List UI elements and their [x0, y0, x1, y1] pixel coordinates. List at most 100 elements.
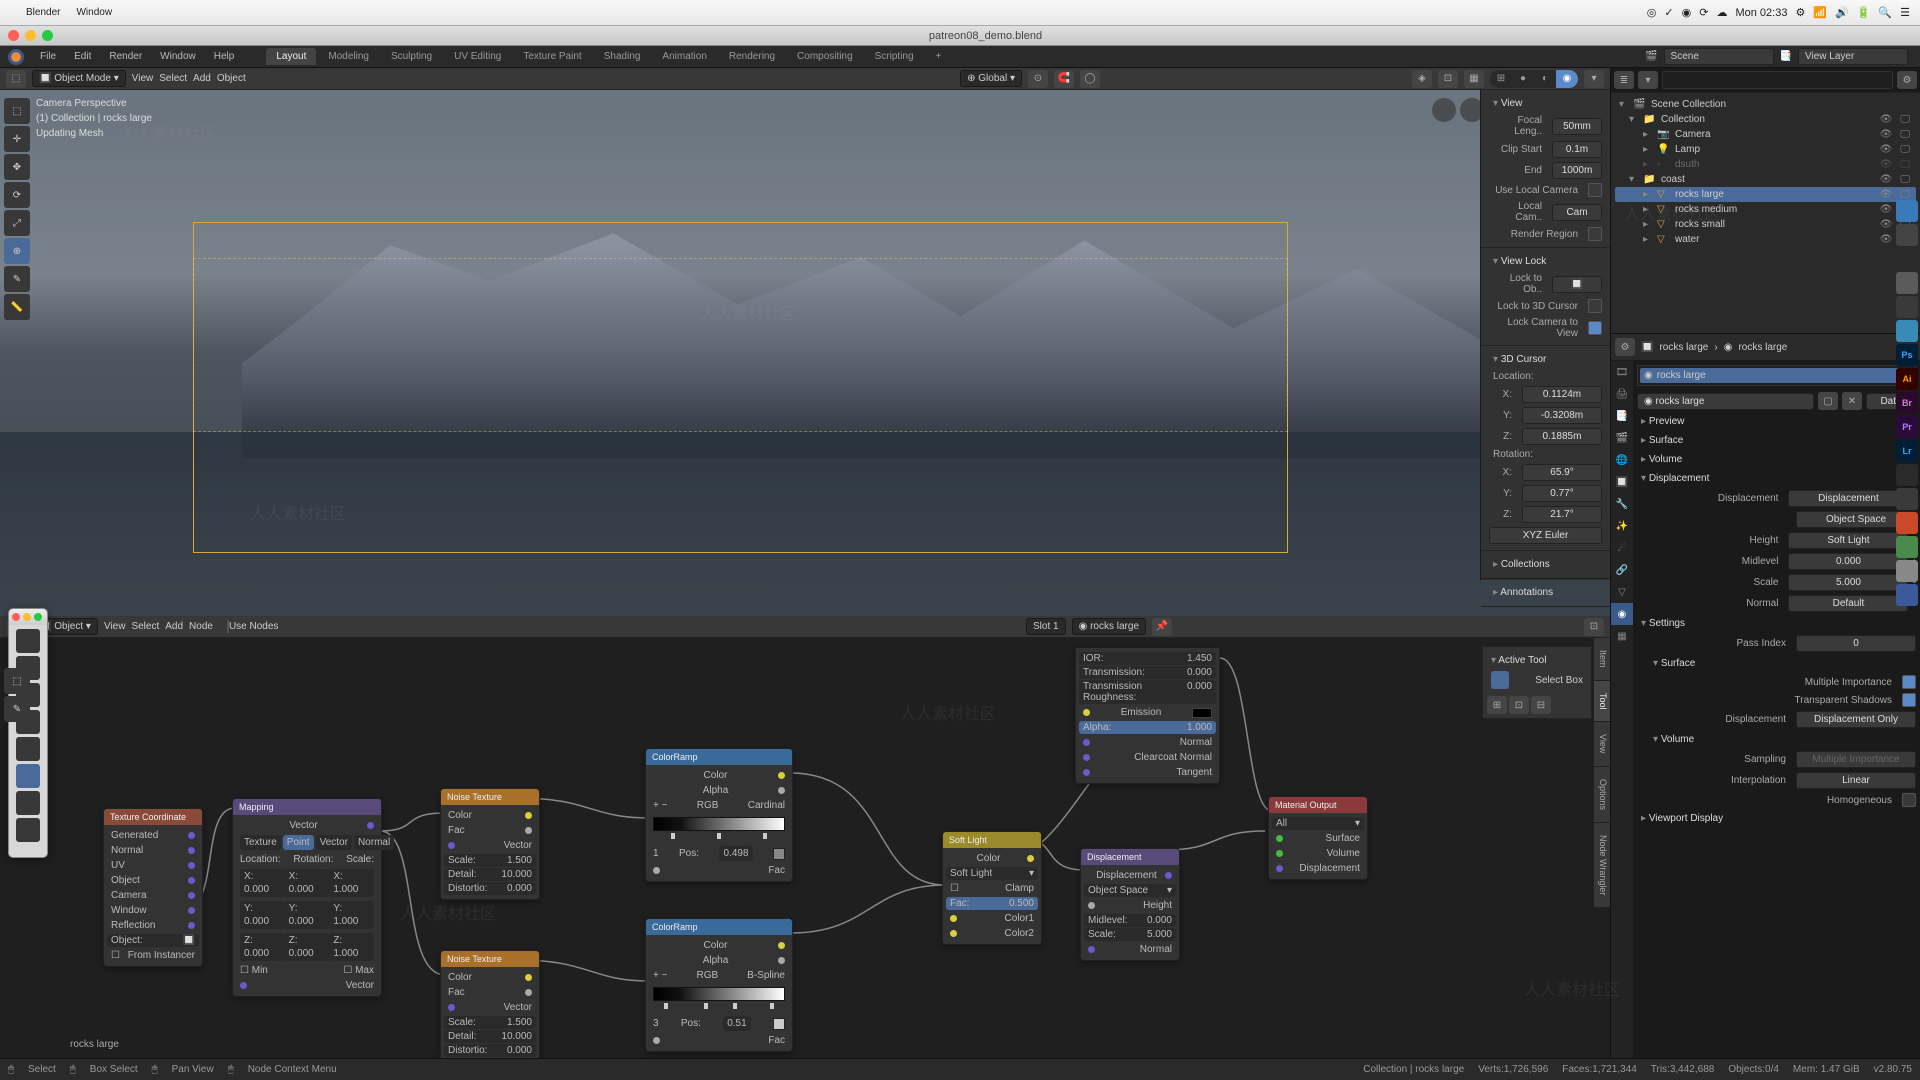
viewlayer-tab-icon[interactable]: 📑	[1611, 405, 1633, 427]
node-title[interactable]: Noise Texture	[441, 951, 539, 967]
material-name-field[interactable]: ◉ rocks large	[1637, 393, 1814, 410]
editor-type-icon[interactable]: ⬚	[6, 70, 26, 88]
colorramp-gradient[interactable]	[653, 987, 785, 1001]
collections-header[interactable]: Collections	[1489, 555, 1602, 574]
node-menu-select[interactable]: Select	[131, 621, 159, 632]
gizmo-toggle-icon[interactable]: ◈	[1412, 70, 1432, 88]
volume-header[interactable]: Volume	[1637, 450, 1916, 469]
slot-dropdown[interactable]: Slot 1	[1026, 618, 1066, 635]
dock-app-icon[interactable]	[1896, 584, 1918, 606]
node-sidebar-tab[interactable]: Tool	[1594, 681, 1610, 722]
node-menu-add[interactable]: Add	[165, 621, 183, 632]
scale-tool-icon[interactable]	[16, 737, 40, 761]
outliner-item[interactable]: ▸▫dsuth👁🖵	[1615, 157, 1916, 172]
node-material-output[interactable]: Material Output All▾ Surface Volume Disp…	[1268, 796, 1368, 880]
surface-header[interactable]: Surface	[1637, 431, 1916, 450]
outliner-item[interactable]: ▸▽water👁🖵	[1615, 232, 1916, 247]
mode-dropdown[interactable]: 🔲 Object Mode ▾	[32, 70, 126, 87]
visibility-icon[interactable]: 👁	[1878, 189, 1895, 200]
unlink-material-icon[interactable]: ✕	[1842, 392, 1862, 410]
workspace-tab[interactable]: Sculpting	[381, 48, 442, 65]
proportional-icon[interactable]: ◯	[1080, 70, 1100, 88]
multi-importance-checkbox[interactable]	[1902, 675, 1916, 689]
viewport-menu-add[interactable]: Add	[193, 73, 211, 84]
minimize-window-icon[interactable]	[25, 30, 36, 41]
annotate-tool-icon[interactable]: ✎	[4, 696, 30, 722]
illustrator-icon[interactable]: Ai	[1896, 368, 1918, 390]
outliner-item[interactable]: ▸▽rocks small👁🖵	[1615, 217, 1916, 232]
annotate-tool-icon[interactable]	[16, 791, 40, 815]
workspace-tab[interactable]: Texture Paint	[513, 48, 591, 65]
viewport-menu-select[interactable]: Select	[159, 73, 187, 84]
select-tool-icon[interactable]: ⬚	[4, 668, 30, 694]
pivot-icon[interactable]: ⊙	[1028, 70, 1048, 88]
displacement-header[interactable]: Displacement	[1637, 469, 1916, 488]
view-lock-header[interactable]: View Lock	[1489, 252, 1602, 271]
rotate-tool-icon[interactable]: ⟳	[4, 182, 30, 208]
dock-app-icon[interactable]	[1896, 512, 1918, 534]
node-editor-canvas[interactable]: ⬚ ✎ Texture Coordinate Genera	[0, 638, 1610, 1080]
node-title[interactable]: Soft Light	[943, 832, 1041, 848]
displacement-height-field[interactable]: Soft Light	[1788, 532, 1908, 549]
dock-app-icon[interactable]	[1896, 320, 1918, 342]
wireframe-shading-icon[interactable]: ⊞	[1490, 70, 1512, 88]
snap-icon[interactable]: ⊟	[1531, 696, 1551, 714]
backdrop-icon[interactable]: ⊡	[1584, 618, 1604, 636]
orientation-dropdown[interactable]: ⊕ Global ▾	[960, 70, 1022, 87]
disable-icon[interactable]: 🖵	[1898, 114, 1912, 125]
blender-logo-icon[interactable]	[8, 49, 24, 65]
bridge-icon[interactable]: Br	[1896, 392, 1918, 414]
transform-tool-icon[interactable]: ⊕	[4, 238, 30, 264]
output-tab-icon[interactable]: 🖨	[1611, 383, 1633, 405]
scale-tool-icon[interactable]: ⤢	[4, 210, 30, 236]
node-title[interactable]: Noise Texture	[441, 789, 539, 805]
select-tool-icon[interactable]	[16, 629, 40, 653]
menu-file[interactable]: File	[32, 48, 64, 65]
clock[interactable]: Mon 02:33	[1735, 7, 1787, 19]
visibility-icon[interactable]: 👁	[1878, 114, 1895, 125]
outliner-search-input[interactable]	[1662, 71, 1893, 89]
workspace-tab[interactable]: Shading	[594, 48, 651, 65]
dock-app-icon[interactable]	[1896, 200, 1918, 222]
editor-type-icon[interactable]: ≣	[1614, 71, 1634, 89]
lock-camera-checkbox[interactable]	[1588, 321, 1602, 335]
workspace-tab[interactable]: Modeling	[318, 48, 379, 65]
select-tool-icon[interactable]: ⬚	[4, 98, 30, 124]
menubar-icon[interactable]: ☁	[1716, 6, 1727, 19]
disable-icon[interactable]: 🖵	[1898, 159, 1912, 170]
mesh-tab-icon[interactable]: ▽	[1611, 581, 1633, 603]
menu-icon[interactable]: ☰	[1900, 6, 1910, 19]
measure-tool-icon[interactable]: 📏	[4, 294, 30, 320]
maximize-window-icon[interactable]	[42, 30, 53, 41]
outliner-item[interactable]: ▾📁Collection👁🖵	[1615, 112, 1916, 127]
node-sidebar-tab[interactable]: Options	[1594, 767, 1610, 822]
premiere-icon[interactable]: Pr	[1896, 416, 1918, 438]
physics-tab-icon[interactable]: ☄	[1611, 537, 1633, 559]
local-camera-field[interactable]: Cam	[1552, 204, 1602, 221]
menubar-icon[interactable]: ⟳	[1699, 6, 1708, 19]
dock-app-icon[interactable]	[1896, 224, 1918, 246]
floating-toolbar-window[interactable]	[8, 608, 48, 858]
transparent-shadows-checkbox[interactable]	[1902, 693, 1916, 707]
dock-app-icon[interactable]	[1896, 560, 1918, 582]
workspace-tab[interactable]: Scripting	[865, 48, 924, 65]
node-principled-bsdf[interactable]: IOR:1.450 Transmission:0.000 Transmissio…	[1075, 648, 1220, 784]
shading-options-icon[interactable]: ▾	[1584, 70, 1604, 88]
cursor-y-field[interactable]: -0.3208m	[1522, 407, 1602, 424]
disable-icon[interactable]: 🖵	[1898, 174, 1912, 185]
snap-icon[interactable]: ⊞	[1487, 696, 1507, 714]
node-mapping[interactable]: Mapping Vector Texture Point Vector Norm…	[232, 798, 382, 997]
render-region-checkbox[interactable]	[1588, 227, 1602, 241]
volume-sampling-dropdown[interactable]: Multiple Importance	[1796, 751, 1916, 768]
panel-header[interactable]: Active Tool	[1487, 651, 1587, 670]
cursor-rx-field[interactable]: 65.9°	[1522, 464, 1602, 481]
node-noise-texture-1[interactable]: Noise Texture Color Fac Vector Scale:1.5…	[440, 788, 540, 900]
cursor-rz-field[interactable]: 21.7°	[1522, 506, 1602, 523]
lock-cursor-checkbox[interactable]	[1588, 299, 1602, 313]
displacement-method-dropdown[interactable]: Displacement Only	[1796, 711, 1916, 728]
visibility-icon[interactable]: 👁	[1878, 219, 1895, 230]
annotations-header[interactable]: Annotations	[1489, 583, 1602, 602]
menu-window[interactable]: Window	[152, 48, 204, 65]
node-colorramp-1[interactable]: ColorRamp Color Alpha + −RGBCardinal 1Po…	[645, 748, 793, 882]
outliner[interactable]: ▾🎬Scene Collection ▾📁Collection👁🖵▸📷Camer…	[1611, 93, 1920, 333]
